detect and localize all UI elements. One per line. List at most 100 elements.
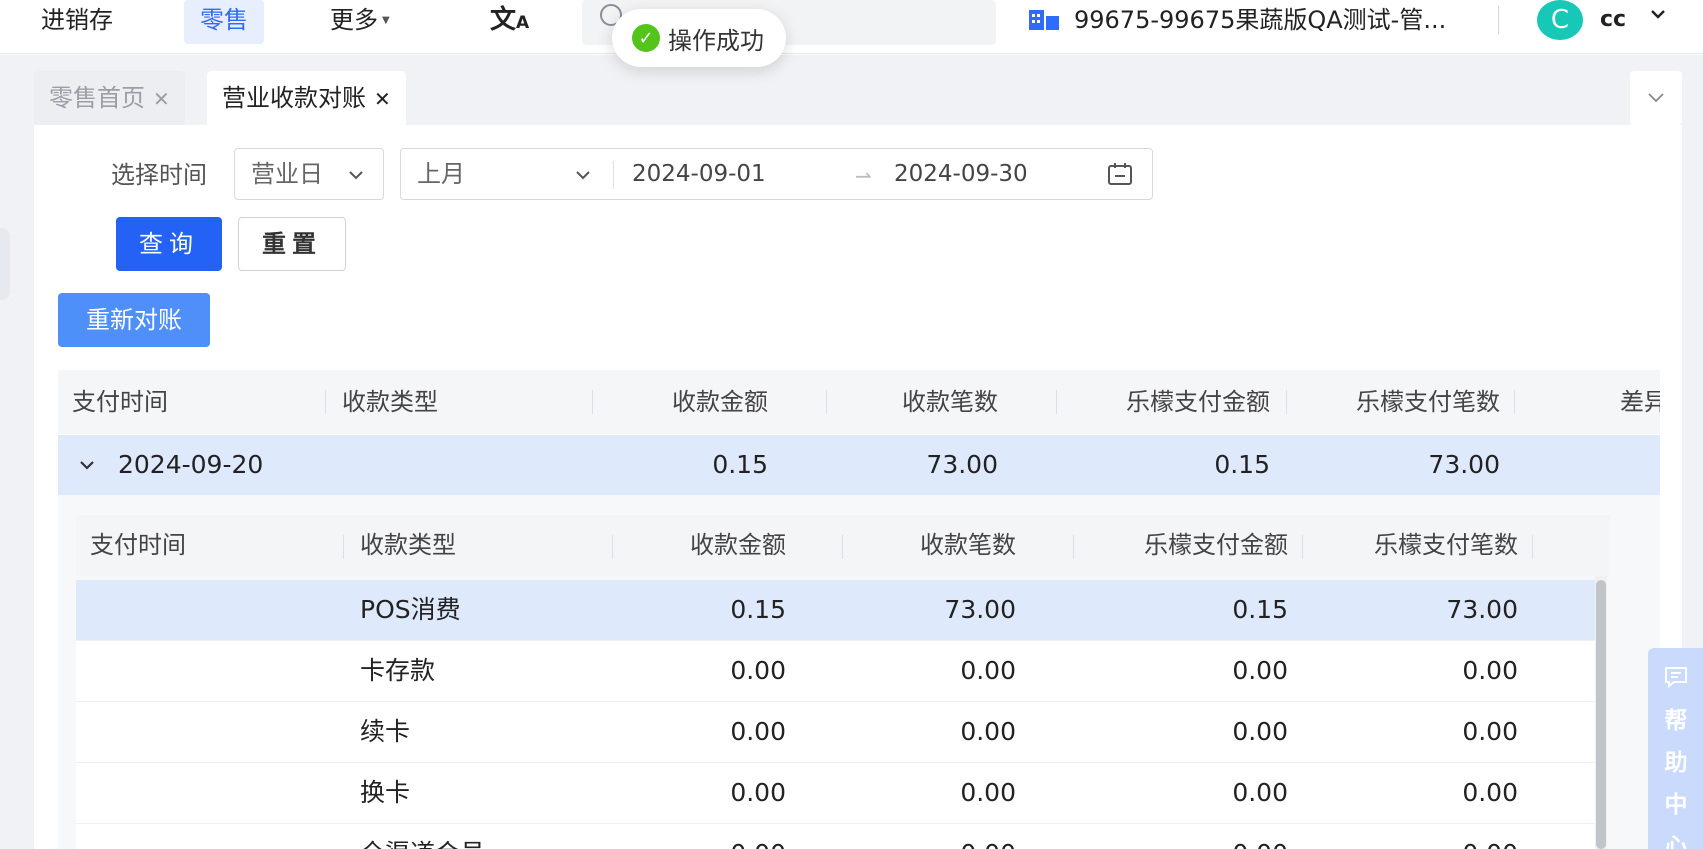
- translate-icon[interactable]: 文A: [490, 0, 529, 44]
- check-circle-icon: ✓: [632, 24, 660, 52]
- table-row[interactable]: 续卡 0.00 0.00 0.00 0.00: [76, 702, 1596, 763]
- col-resizer[interactable]: [1286, 390, 1287, 414]
- col-resizer[interactable]: [826, 390, 827, 414]
- nav-divider: [1498, 6, 1499, 34]
- cell-type: POS消费: [360, 595, 461, 624]
- nav-item-retail[interactable]: 零售: [184, 0, 264, 44]
- cell-lm-count: 0.00: [1462, 656, 1518, 685]
- success-toast: ✓ 操作成功: [612, 9, 786, 67]
- cell-lm-amount: 0.00: [1232, 778, 1288, 807]
- group-lm-count: 73.00: [1428, 450, 1500, 479]
- chevron-down-icon: [1648, 93, 1664, 103]
- period-select-value: 上月: [417, 160, 465, 188]
- col-pay-type[interactable]: 收款类型: [360, 515, 456, 579]
- cell-lm-count: 0.00: [1462, 717, 1518, 746]
- chevron-down-icon[interactable]: [574, 166, 592, 184]
- chevron-down-icon: [349, 171, 363, 180]
- query-button[interactable]: 查询: [116, 217, 222, 271]
- table-row[interactable]: 全渠道会员 0.00 0.00 0.00 0.00: [76, 824, 1596, 849]
- col-lm-count[interactable]: 乐檬支付笔数: [1288, 370, 1500, 434]
- group-amount: 0.15: [712, 450, 768, 479]
- group-lm-amount: 0.15: [1214, 450, 1270, 479]
- table-row[interactable]: 换卡 0.00 0.00 0.00 0.00: [76, 763, 1596, 824]
- help-center-button[interactable]: 帮助中心: [1648, 648, 1703, 849]
- scrollbar-thumb[interactable]: [1596, 580, 1606, 849]
- col-pay-time[interactable]: 支付时间: [90, 515, 186, 579]
- tab-revenue-reconciliation[interactable]: 营业收款对账 ✕: [207, 71, 406, 125]
- cell-type: 换卡: [360, 778, 411, 807]
- cell-lm-amount: 0.15: [1232, 595, 1288, 624]
- reset-button[interactable]: 重置: [238, 217, 346, 271]
- table-row-group[interactable]: 2024-09-20 0.15 73.00 0.15 73.00: [58, 435, 1660, 495]
- cell-type: 续卡: [360, 717, 411, 746]
- table-row[interactable]: 卡存款 0.00 0.00 0.00 0.00: [76, 641, 1596, 702]
- cell-count: 0.00: [876, 824, 1016, 849]
- cell-lm-amount: 0.00: [1232, 656, 1288, 685]
- col-diff[interactable]: 差异: [1620, 370, 1660, 434]
- tab-label: 营业收款对账: [222, 84, 366, 112]
- col-lm-amount[interactable]: 乐檬支付金额: [1058, 370, 1270, 434]
- nav-more-label: 更多: [330, 6, 378, 34]
- tab-list-dropdown[interactable]: [1630, 71, 1682, 125]
- col-resizer[interactable]: [1514, 390, 1515, 414]
- date-mode-select[interactable]: 营业日: [234, 148, 384, 200]
- cell-count: 0.00: [960, 778, 1016, 807]
- cell-amount: 0.00: [730, 778, 786, 807]
- nav-item-inventory[interactable]: 进销存: [41, 0, 113, 44]
- col-resizer[interactable]: [842, 535, 843, 559]
- col-resizer[interactable]: [325, 390, 326, 414]
- start-date-input[interactable]: 2024-09-01: [632, 149, 766, 199]
- col-resizer[interactable]: [592, 390, 593, 414]
- toast-message: 操作成功: [668, 26, 764, 55]
- table-row[interactable]: POS消费 0.15 73.00 0.15 73.00: [76, 580, 1596, 641]
- end-date-input[interactable]: 2024-09-30: [894, 149, 1028, 199]
- col-resizer[interactable]: [343, 535, 344, 559]
- cell-count: 73.00: [944, 595, 1016, 624]
- cell-count: 0.00: [960, 717, 1016, 746]
- close-icon[interactable]: ✕: [153, 87, 170, 111]
- username[interactable]: cc: [1600, 0, 1626, 40]
- table-header: 支付时间 收款类型 收款金额 收款笔数 乐檬支付金额 乐檬支付笔数 差异: [58, 370, 1660, 434]
- close-icon[interactable]: ✕: [374, 87, 391, 111]
- col-resizer[interactable]: [1056, 390, 1057, 414]
- col-resizer[interactable]: [1532, 535, 1533, 559]
- cell-lm-amount: 0.00: [1232, 717, 1288, 746]
- reconcile-button[interactable]: 重新对账: [58, 293, 210, 347]
- col-resizer[interactable]: [1302, 535, 1303, 559]
- top-navbar: 进销存 零售 更多 ▼ 文A 99675-99675果蔬版QA测试-管... C …: [0, 0, 1703, 54]
- tab-label: 零售首页: [49, 84, 145, 112]
- col-count[interactable]: 收款笔数: [858, 370, 998, 434]
- cell-lm-amount: 0.00: [1076, 824, 1288, 849]
- cell-lm-count: 0.00: [1306, 824, 1518, 849]
- col-amount[interactable]: 收款金额: [636, 515, 786, 579]
- col-lm-count[interactable]: 乐檬支付笔数: [1306, 515, 1518, 579]
- tab-retail-home[interactable]: 零售首页 ✕: [34, 71, 185, 125]
- col-resizer[interactable]: [612, 535, 613, 559]
- time-filter-label: 选择时间: [111, 161, 207, 189]
- col-pay-type[interactable]: 收款类型: [342, 370, 438, 434]
- col-lm-amount[interactable]: 乐檬支付金额: [1076, 515, 1288, 579]
- store-name[interactable]: 99675-99675果蔬版QA测试-管...: [1074, 0, 1446, 40]
- group-count: 73.00: [926, 450, 998, 479]
- range-arrow-icon: ⇀: [855, 164, 872, 188]
- col-pay-time[interactable]: 支付时间: [72, 370, 168, 434]
- inner-table-header: 支付时间 收款类型 收款金额 收款笔数 乐檬支付金额 乐檬支付笔数: [76, 515, 1610, 576]
- cell-amount: 0.15: [730, 595, 786, 624]
- col-amount[interactable]: 收款金额: [618, 370, 768, 434]
- sidebar-collapse-handle[interactable]: [0, 228, 10, 300]
- col-resizer[interactable]: [1073, 535, 1074, 559]
- nav-item-more[interactable]: 更多 ▼: [330, 0, 390, 44]
- date-range-picker[interactable]: 上月 2024-09-01 2024-09-30: [400, 148, 1153, 200]
- cell-count: 0.00: [960, 656, 1016, 685]
- cell-lm-count: 73.00: [1446, 595, 1518, 624]
- collapse-chevron-icon[interactable]: [78, 456, 96, 474]
- col-diff-clip: 差异: [1620, 370, 1660, 434]
- group-date: 2024-09-20: [118, 450, 264, 479]
- col-count[interactable]: 收款笔数: [876, 515, 1016, 579]
- caret-down-icon: ▼: [382, 15, 390, 26]
- chevron-down-icon[interactable]: [1650, 6, 1666, 22]
- date-mode-value: 营业日: [251, 160, 323, 188]
- avatar[interactable]: C: [1537, 0, 1583, 40]
- calendar-icon[interactable]: [1107, 162, 1133, 186]
- store-icon: [1029, 10, 1059, 30]
